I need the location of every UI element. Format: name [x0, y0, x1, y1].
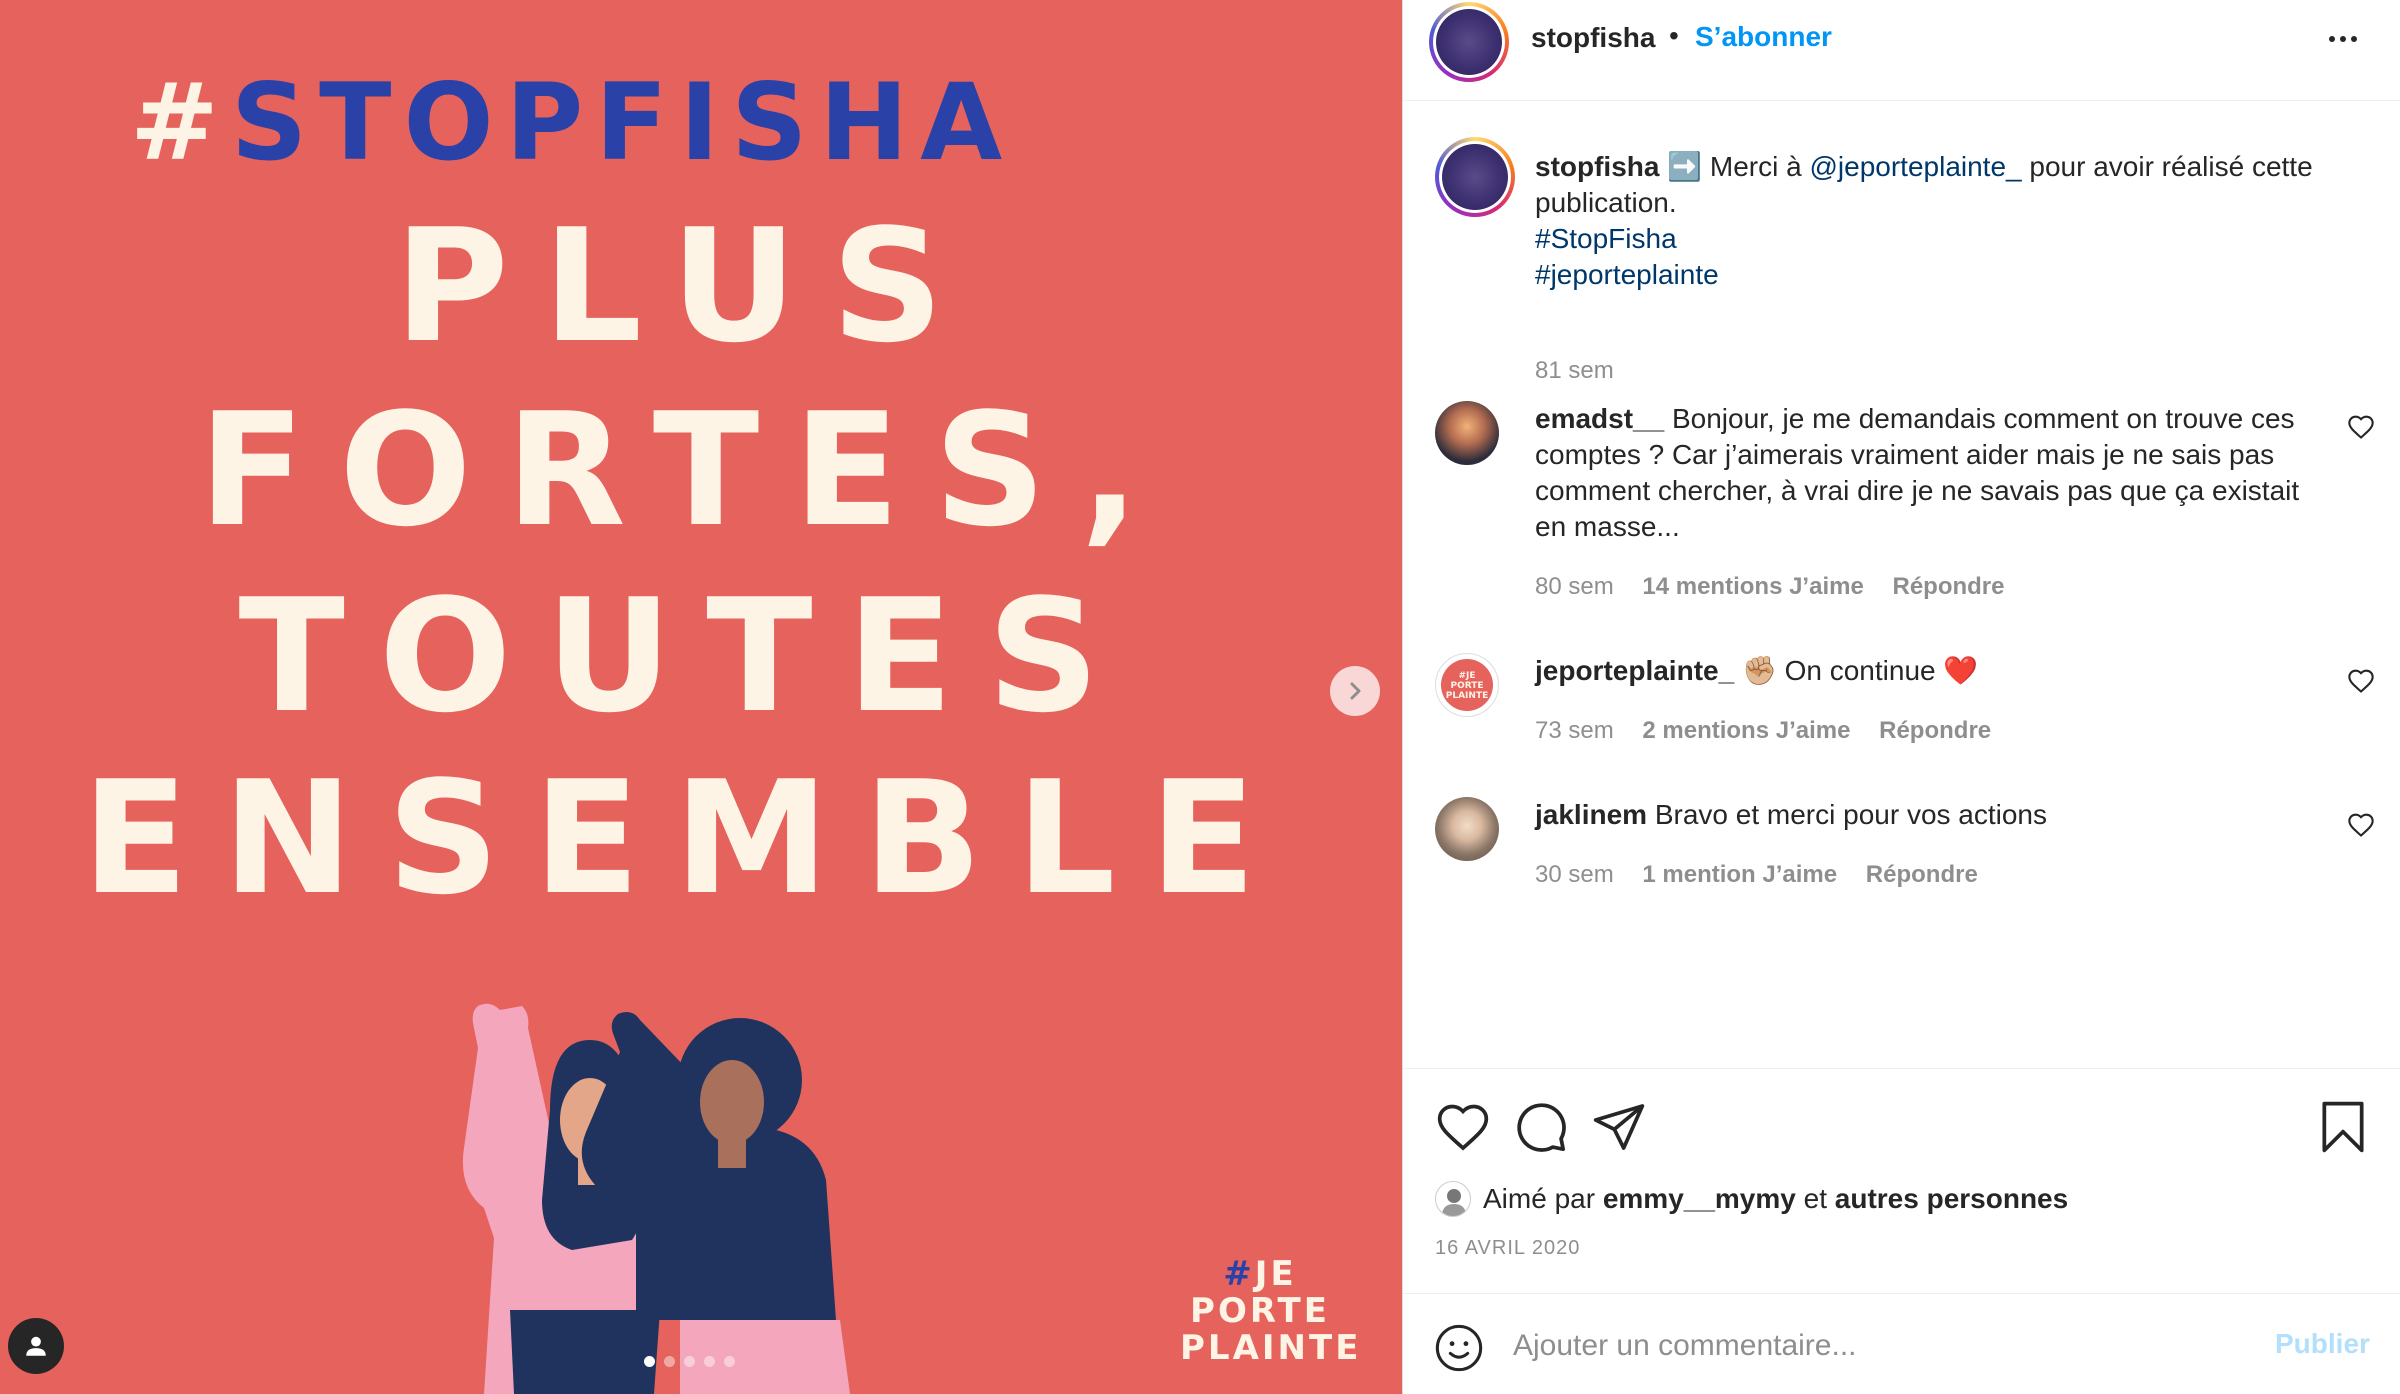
mention-link[interactable]: @jeporteplainte_ [1809, 151, 2021, 182]
caption-time: 81 sem [1535, 357, 1614, 384]
comments-list: stopfisha ➡️ Merci à @jeporteplainte_ po… [1403, 101, 2400, 1068]
carousel-dot [704, 1356, 715, 1367]
carousel-dot [684, 1356, 695, 1367]
post-caption: stopfisha ➡️ Merci à @jeporteplainte_ po… [1403, 137, 2400, 384]
carousel-dot [664, 1356, 675, 1367]
stamp-line-1: JE [1254, 1254, 1297, 1294]
header-separator: • [1669, 20, 1679, 51]
comment-likes-link[interactable]: 2 mentions J’aime [1642, 717, 1850, 744]
comment-time: 73 sem [1535, 717, 1614, 744]
post-image: #STOPFISHA PLUS FORTES, TOUTES ENSEMBLE … [0, 0, 1402, 1394]
publish-button[interactable]: Publier [2275, 1328, 2370, 1360]
like-heart-icon[interactable] [1435, 1099, 1491, 1155]
share-paper-plane-icon[interactable] [1591, 1099, 1647, 1155]
image-line-1: PLUS [394, 195, 978, 377]
carousel-dot [644, 1356, 655, 1367]
commenter-username[interactable]: jaklinem [1535, 799, 1647, 830]
other-likers-link[interactable]: autres personnes [1835, 1183, 2068, 1215]
author-username-link[interactable]: stopfisha [1531, 22, 1655, 54]
stamp-line-3: PLAINTE [1180, 1328, 1362, 1368]
comment-time: 80 sem [1535, 573, 1614, 600]
commenter-avatar[interactable] [1435, 797, 1499, 861]
caption-username[interactable]: stopfisha [1535, 151, 1659, 182]
more-options-icon[interactable] [2329, 24, 2369, 54]
reply-button[interactable]: Répondre [1879, 717, 1991, 744]
avatar-logo-text: #JE PORTE PLAINTE [1441, 659, 1493, 711]
chevron-right-icon [1350, 682, 1361, 700]
arrow-emoji-icon: ➡️ [1667, 151, 1703, 182]
carousel-dot [724, 1356, 735, 1367]
comment-text: Bravo et merci pour vos actions [1647, 799, 2048, 830]
women-illustration [462, 1003, 850, 1394]
likes-prefix: Aimé par [1483, 1183, 1596, 1214]
stamp-line-2: PORTE [1190, 1291, 1330, 1331]
commenter-username[interactable]: emadst__ [1535, 403, 1664, 434]
liker-avatar[interactable] [1435, 1181, 1471, 1217]
je-porte-plainte-stamp: #JE PORTE PLAINTE [1180, 1254, 1362, 1368]
comment-input[interactable] [1513, 1322, 2213, 1370]
user-icon [26, 1336, 46, 1356]
save-bookmark-icon[interactable] [2315, 1099, 2371, 1155]
post-date: 16 AVRIL 2020 [1435, 1237, 1581, 1259]
likes-middle: et [1803, 1183, 1827, 1214]
comment-like-heart-icon[interactable] [2347, 667, 2375, 695]
tagged-users-button[interactable] [8, 1318, 64, 1374]
comment-like-heart-icon[interactable] [2347, 811, 2375, 839]
image-line-2: FORTES, [198, 379, 1174, 561]
post-side-panel: stopfisha • S’abonner stopfisha ➡️ Merci… [1402, 0, 2400, 1394]
image-line-3: TOUTES [238, 565, 1134, 747]
image-line-4: ENSEMBLE [81, 747, 1291, 929]
add-comment-bar: Publier [1403, 1293, 2400, 1394]
liker-username-link[interactable]: emmy__mymy [1603, 1183, 1796, 1215]
commenter-avatar[interactable] [1435, 401, 1499, 465]
image-hashtag-title: #STOPFISHA [130, 70, 1014, 176]
comment-like-heart-icon[interactable] [2347, 413, 2375, 441]
author-avatar[interactable] [1429, 2, 1509, 82]
follow-button[interactable]: S’abonner [1695, 21, 1832, 53]
emoji-icon[interactable] [1433, 1322, 1485, 1374]
commenter-username[interactable]: jeporteplainte_ [1535, 655, 1734, 686]
image-hashtag-word: STOPFISHA [230, 61, 1015, 184]
carousel-indicator [644, 1356, 735, 1367]
comment-text: ✊🏼 On continue ❤️ [1734, 655, 1979, 686]
post-header: stopfisha • S’abonner [1403, 0, 2400, 101]
hashtag-link[interactable]: #jeporteplainte [1535, 259, 1719, 290]
stamp-hash: # [1223, 1254, 1255, 1294]
commenter-avatar[interactable]: #JE PORTE PLAINTE [1435, 653, 1499, 717]
carousel-next-button[interactable] [1330, 666, 1380, 716]
comment-bubble-icon[interactable] [1513, 1099, 1569, 1155]
caption-avatar[interactable] [1435, 137, 1515, 217]
comment-likes-link[interactable]: 14 mentions J’aime [1642, 573, 1863, 600]
post-actions: Aimé par emmy__mymy et autres personnes … [1403, 1068, 2400, 1394]
comment-time: 30 sem [1535, 861, 1614, 888]
reply-button[interactable]: Répondre [1892, 573, 2004, 600]
comment-likes-link[interactable]: 1 mention J’aime [1642, 861, 1837, 888]
likes-summary: Aimé par emmy__mymy et autres personnes [1435, 1181, 2068, 1217]
caption-text: Merci à [1702, 151, 1810, 182]
image-hash-symbol: # [130, 61, 231, 184]
hashtag-link[interactable]: #StopFisha [1535, 223, 1677, 254]
reply-button[interactable]: Répondre [1866, 861, 1978, 888]
